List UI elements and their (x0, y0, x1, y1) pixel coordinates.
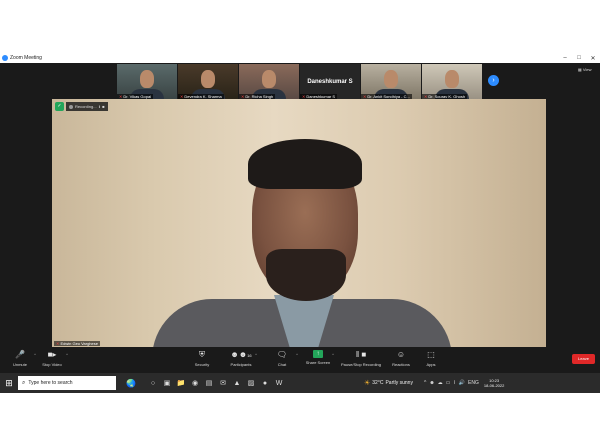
mail-icon[interactable]: ✉ (216, 379, 230, 387)
windows-taskbar: ⊞ ⌕ Type here to search 🌏 ○ ▣ 📁 ◉ ▤ ✉ ▲ … (0, 373, 600, 393)
word-icon[interactable]: W (272, 380, 286, 387)
people-icon[interactable]: ☻ (429, 380, 434, 386)
record-dot-icon (69, 104, 73, 109)
apps-label: Apps (426, 362, 436, 367)
zoom-taskbar-icon[interactable]: ● (258, 380, 272, 387)
share-screen-icon: ↑ (313, 350, 323, 358)
participant-tile[interactable]: ✕Dr. Vikas Gopal (117, 64, 177, 99)
store-icon[interactable]: ▤ (202, 379, 216, 387)
apps-button[interactable]: ⬚ Apps (411, 350, 451, 367)
meeting-toolbar: 🎤 Unmute ^ ■▸ Stop Video ^ ⛨ Security ☻☻… (0, 347, 600, 373)
screenshot-area: Zoom Meeting – □ ✕ ✕Dr. Vikas Gopal ✕Dev… (0, 53, 600, 393)
chevron-up-icon[interactable]: ^ (424, 380, 426, 386)
chat-label: Chat (277, 362, 287, 367)
active-speaker-video: ✓ Recording... ‖ ■ ✕ Edwin Geo Varghese (52, 99, 546, 347)
search-icon: ⌕ (22, 379, 26, 386)
pause-stop-recording-button[interactable]: ‖ ■ Pause/Stop Recording (334, 350, 388, 367)
stop-icon[interactable]: ■ (102, 104, 104, 109)
window-title: Zoom Meeting (10, 55, 42, 61)
participant-tile[interactable]: ✕Dr. Ankit Sondhiya - C... (361, 64, 421, 99)
taskbar-clock[interactable]: 10:23 18-06-2022 (484, 378, 504, 388)
meeting-area: ✕Dr. Vikas Gopal ✕Devendra K. Sharma ✕Dr… (0, 63, 600, 347)
share-screen-button[interactable]: ↑ Share Screen ^ (298, 350, 338, 365)
chat-button[interactable]: 🗨 Chat ^ (262, 350, 302, 367)
recording-label: Recording... (75, 104, 97, 109)
chevron-up-icon[interactable]: ^ (66, 352, 68, 357)
task-view-icon[interactable]: ▣ (160, 379, 174, 387)
unmute-label: Unmute (12, 362, 27, 367)
cloud-icon[interactable]: ☁ (438, 380, 443, 386)
pause-stop-icon: ‖ ■ (355, 350, 367, 359)
stop-video-button[interactable]: ■▸ Stop Video ^ (32, 350, 72, 367)
maximize-button[interactable]: □ (572, 55, 586, 61)
weather-widget[interactable]: ☀ 32°C Partly sunny (364, 379, 424, 387)
widgets-icon[interactable]: 🌏 (116, 379, 146, 388)
speaker-hair (248, 139, 362, 189)
search-placeholder: Type here to search (28, 380, 73, 386)
battery-icon[interactable]: ▭ (446, 380, 451, 386)
partly-sunny-icon: ☀ (364, 380, 371, 387)
participant-strip: ✕Dr. Vikas Gopal ✕Devendra K. Sharma ✕Dr… (117, 64, 482, 99)
leave-button[interactable]: Leave (572, 354, 595, 364)
participants-label: Participants (230, 362, 252, 367)
wifi-icon[interactable]: ⌇ (453, 380, 455, 386)
clock-date: 18-06-2022 (483, 383, 505, 388)
chevron-right-icon[interactable]: › (488, 75, 499, 86)
security-button[interactable]: ⛨ Security (182, 350, 222, 367)
photos-icon[interactable]: ▨ (244, 379, 258, 387)
stop-video-label: Stop Video (42, 362, 62, 367)
file-explorer-icon[interactable]: 📁 (174, 379, 188, 387)
speaker-beard (266, 249, 346, 301)
participant-tile[interactable]: Daneshkumar S ✕Daneshkumar S (300, 64, 360, 99)
vlc-icon[interactable]: ▲ (230, 380, 244, 387)
participant-tile[interactable]: ✕Dr. Sourav K. Ghosh (422, 64, 482, 99)
pause-stop-recording-label: Pause/Stop Recording (340, 362, 382, 367)
pause-icon[interactable]: ‖ (99, 104, 101, 109)
participant-face (262, 70, 276, 88)
speaker-icon[interactable]: 🔊 (459, 380, 465, 386)
share-screen-label: Share Screen (305, 360, 331, 365)
view-label: View (582, 67, 592, 72)
participant-tile[interactable]: ✕Dr. Richa Singh (239, 64, 299, 99)
reactions-label: Reactions (392, 362, 410, 367)
close-button[interactable]: ✕ (586, 55, 600, 62)
participant-display-name: Daneshkumar S (307, 78, 353, 85)
weather-temp: 32°C (372, 380, 384, 386)
participants-count: 16 (247, 353, 252, 358)
chevron-up-icon[interactable]: ^ (255, 352, 257, 357)
zoom-app-icon (2, 55, 8, 61)
shield-icon: ⛨ (199, 350, 205, 359)
taskbar-search[interactable]: ⌕ Type here to search (18, 376, 116, 390)
windows-start-icon[interactable]: ⊞ (0, 378, 18, 389)
participant-face (201, 70, 215, 88)
window-titlebar: Zoom Meeting – □ ✕ (0, 53, 600, 63)
system-tray: ^ ☻ ☁ ▭ ⌇ 🔊 ENG (424, 380, 479, 386)
participant-face (140, 70, 154, 88)
cortana-icon[interactable]: ○ (146, 380, 160, 387)
speaker-label: ✕ Edwin Geo Varghese (54, 341, 100, 346)
speaker-name: Edwin Geo Varghese (60, 341, 98, 346)
recording-pill: Recording... ‖ ■ (66, 102, 108, 111)
recording-indicator: ✓ Recording... ‖ ■ (55, 102, 108, 111)
participants-button[interactable]: ☻☻16 Participants ^ (221, 350, 261, 367)
shield-icon[interactable]: ✓ (55, 102, 64, 111)
language-indicator[interactable]: ENG (468, 380, 479, 386)
weather-text: Partly sunny (385, 380, 413, 386)
participant-face (384, 70, 398, 88)
participant-face (445, 70, 459, 88)
participant-tile[interactable]: ✕Devendra K. Sharma (178, 64, 238, 99)
apps-icon: ⬚ (427, 350, 435, 359)
security-label: Security (194, 362, 210, 367)
chrome-icon[interactable]: ◉ (188, 379, 202, 387)
view-button[interactable]: ▦ View (578, 67, 592, 72)
minimize-button[interactable]: – (558, 55, 572, 61)
